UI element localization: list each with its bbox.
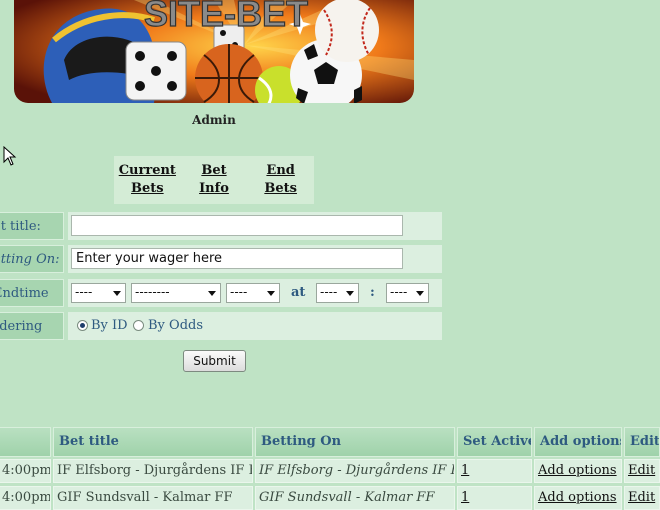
chevron-down-icon (346, 291, 354, 296)
row-bet-title: IF Elfsborg - Djurgårdens IF FF (53, 459, 253, 483)
col-bet-title-header: Bet title (53, 427, 253, 457)
order-by-id-radio[interactable] (77, 320, 88, 331)
endtime-minute-select[interactable]: ---- (386, 283, 429, 303)
betting-on-input[interactable]: Enter your wager here (71, 248, 403, 269)
endtime-label: Endtime (0, 279, 64, 307)
nav-bet-info-link[interactable]: Bet Info (184, 162, 244, 198)
bet-title-input[interactable] (71, 215, 403, 236)
row-endtime: 4:00pm (0, 486, 51, 510)
set-active-link[interactable]: 1 (461, 463, 469, 478)
endtime-day-select[interactable]: ---- (71, 283, 126, 303)
row-add-options-cell: Add options (534, 459, 622, 483)
ordering-label: rdering (0, 312, 64, 340)
endtime-month-value: -------- (135, 285, 170, 299)
order-by-odds-label: By Odds (148, 318, 204, 333)
col-add-options-header: Add options (534, 427, 622, 457)
row-bet-title: GIF Sundsvall - Kalmar FF (53, 486, 253, 510)
endtime-colon: : (370, 285, 375, 300)
row-edit-cell: Edit (624, 459, 660, 483)
chevron-down-icon (113, 291, 121, 296)
row-set-active-cell: 1 (457, 486, 532, 510)
nav-current-bets-link[interactable]: Current Bets (117, 162, 177, 198)
chevron-down-icon (208, 291, 216, 296)
bet-title-cell (68, 212, 442, 240)
endtime-month-select[interactable]: -------- (131, 283, 221, 303)
set-active-link[interactable]: 1 (461, 490, 469, 505)
bets-table-header: Bet title Betting On Set Active Add opti… (0, 427, 660, 457)
endtime-year-select[interactable]: ---- (226, 283, 280, 303)
row-edit-cell: Edit (624, 486, 660, 510)
endtime-cell: ---- -------- ---- at ---- : ---- (68, 279, 442, 307)
edit-link[interactable]: Edit (628, 490, 655, 505)
endtime-year-value: ---- (230, 285, 248, 299)
betting-on-label: etting On: (0, 245, 64, 273)
endtime-hour-value: ---- (320, 285, 338, 299)
submit-button[interactable]: Submit (183, 350, 246, 372)
table-row: 4:00pm GIF Sundsvall - Kalmar FF GIF Sun… (0, 486, 660, 510)
betting-on-row: etting On: Enter your wager here (0, 245, 442, 275)
endtime-row: Endtime ---- -------- ---- at ---- : ---… (0, 279, 442, 309)
table-row: 4:00pm IF Elfsborg - Djurgårdens IF FF I… (0, 459, 660, 483)
endtime-at-label: at (291, 285, 306, 300)
sports-banner-image: SITE-BET (14, 0, 414, 103)
col-endtime-header (0, 427, 51, 457)
row-add-options-cell: Add options (534, 486, 622, 510)
bet-title-label: et title: (0, 212, 64, 240)
admin-label: Admin (192, 113, 236, 127)
order-by-id-label: By ID (91, 318, 128, 333)
edit-link[interactable]: Edit (628, 463, 655, 478)
bet-title-row: et title: (0, 212, 442, 242)
col-betting-on-header: Betting On (255, 427, 455, 457)
chevron-down-icon (416, 291, 424, 296)
ordering-row: rdering By ID By Odds (0, 312, 442, 342)
add-options-link[interactable]: Add options (538, 463, 617, 478)
admin-nav: Current Bets Bet Info End Bets (114, 156, 314, 204)
chevron-down-icon (267, 291, 275, 296)
order-by-odds-radio[interactable] (133, 320, 144, 331)
site-bet-logo-text: SITE-BET (144, 0, 308, 34)
ordering-cell: By ID By Odds (68, 312, 442, 340)
endtime-hour-select[interactable]: ---- (316, 283, 359, 303)
row-set-active-cell: 1 (457, 459, 532, 483)
mouse-cursor-icon (3, 146, 17, 166)
col-set-active-header: Set Active (457, 427, 532, 457)
col-edit-header: Edit (624, 427, 660, 457)
row-betting-on: IF Elfsborg - Djurgårdens IF FF (255, 459, 455, 483)
endtime-minute-value: ---- (390, 285, 408, 299)
add-options-link[interactable]: Add options (538, 490, 617, 505)
row-betting-on: GIF Sundsvall - Kalmar FF (255, 486, 455, 510)
betting-on-cell: Enter your wager here (68, 245, 442, 273)
site-bet-banner: SITE-BET (14, 0, 414, 103)
endtime-day-value: ---- (75, 285, 93, 299)
row-endtime: 4:00pm (0, 459, 51, 483)
nav-end-bets-link[interactable]: End Bets (251, 162, 311, 198)
